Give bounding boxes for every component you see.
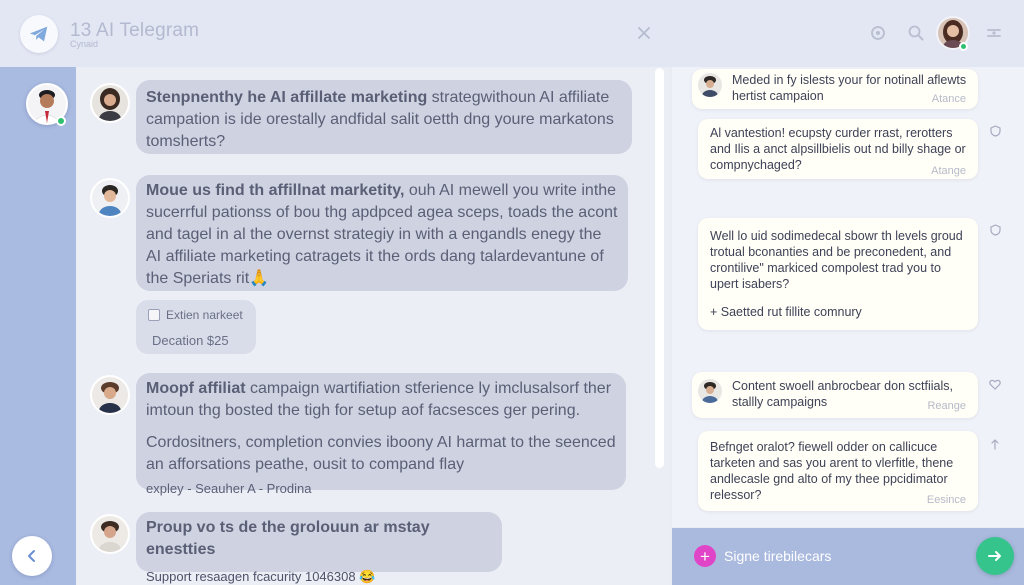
chevron-left-icon: [28, 550, 35, 562]
message-bubble: Stenpnenthy he AI affillate marketing st…: [136, 80, 632, 154]
card-avatar: [698, 73, 722, 97]
offer-value: Decation $25: [152, 333, 229, 348]
sender-avatar[interactable]: [90, 178, 130, 218]
offer-label: Extien narkeet: [166, 308, 243, 322]
message-footer: expley - Seauher A - Prodina: [146, 481, 312, 496]
telegram-logo-icon[interactable]: [20, 15, 58, 53]
card-meta: Eesince: [926, 494, 966, 506]
message-lead: Moopf affiliat: [146, 380, 246, 397]
message-lead: Moue us find th affillnat marketity,: [146, 182, 405, 199]
suggestion-card[interactable]: Content swoell anbrocbear don sctfiials,…: [692, 372, 978, 418]
message-text: Support resaagen fcacurity 1046308: [146, 569, 356, 584]
heart-icon[interactable]: [989, 378, 1001, 390]
suggestion-card[interactable]: Befnget oralot? fiewell odder on callicu…: [698, 431, 978, 511]
suggestion-card[interactable]: Well lo uid sodimedecal sbowr th levels …: [698, 218, 978, 330]
card-avatar: [698, 379, 722, 403]
menu-icon[interactable]: [982, 21, 1006, 45]
sender-avatar[interactable]: [90, 83, 130, 123]
sender-avatar[interactable]: [90, 514, 130, 554]
send-button[interactable]: [976, 537, 1014, 575]
card-meta: Reange: [927, 400, 966, 412]
card-meta: Atange: [931, 165, 966, 177]
message-bubble: Moopf affiliat campaign wartifiation stf…: [136, 373, 626, 496]
offer-card[interactable]: Extien narkeet Decation $25: [136, 300, 256, 354]
message-bubble: Moue us find th affillnat marketity, ouh…: [136, 175, 628, 291]
card-footer: + Saetted rut fillite comnury: [710, 305, 862, 319]
back-button[interactable]: [12, 536, 52, 576]
card-meta: Atance: [931, 93, 966, 105]
scrollbar[interactable]: [655, 68, 664, 468]
checkbox[interactable]: [148, 309, 160, 321]
message-bubble: Proup vo ts de the grolouun ar mstay ene…: [136, 512, 502, 584]
shield-icon: [989, 125, 1001, 137]
laughing-emoji-icon: 😂: [359, 569, 376, 584]
card-text: Well lo uid sodimedecal sbowr th levels …: [710, 229, 963, 291]
message-text-continued: Cordositners, completion convies iboony …: [146, 434, 616, 473]
arrow-up-icon[interactable]: [989, 438, 1001, 450]
arrow-right-icon: [988, 551, 1001, 561]
message-input[interactable]: [724, 546, 954, 566]
search-icon[interactable]: [904, 21, 928, 45]
suggestion-card[interactable]: Meded in fy islests your for notinall af…: [692, 69, 978, 109]
online-status-indicator: [56, 116, 66, 126]
plus-icon: +: [700, 546, 710, 566]
attach-button[interactable]: +: [694, 545, 716, 567]
message-lead: Proup vo ts de the grolouun ar mstay ene…: [146, 519, 430, 558]
card-text: Al vantestion! ecupsty curder rrast, rer…: [710, 126, 966, 172]
chat-list-rail: [0, 67, 76, 585]
sender-avatar[interactable]: [90, 375, 130, 415]
message-lead: Stenpnenthy he AI affillate marketing: [146, 89, 428, 106]
app-subtitle: Cynaid: [70, 39, 99, 49]
shield-icon: [989, 224, 1001, 236]
pray-emoji-icon: 🙏: [249, 270, 270, 287]
close-icon[interactable]: [632, 21, 656, 45]
online-status-indicator: [959, 42, 968, 51]
suggestion-card[interactable]: Al vantestion! ecupsty curder rrast, rer…: [698, 119, 978, 179]
app-header: 13 AI Telegram Cynaid: [0, 0, 1024, 67]
settings-icon[interactable]: [866, 21, 890, 45]
